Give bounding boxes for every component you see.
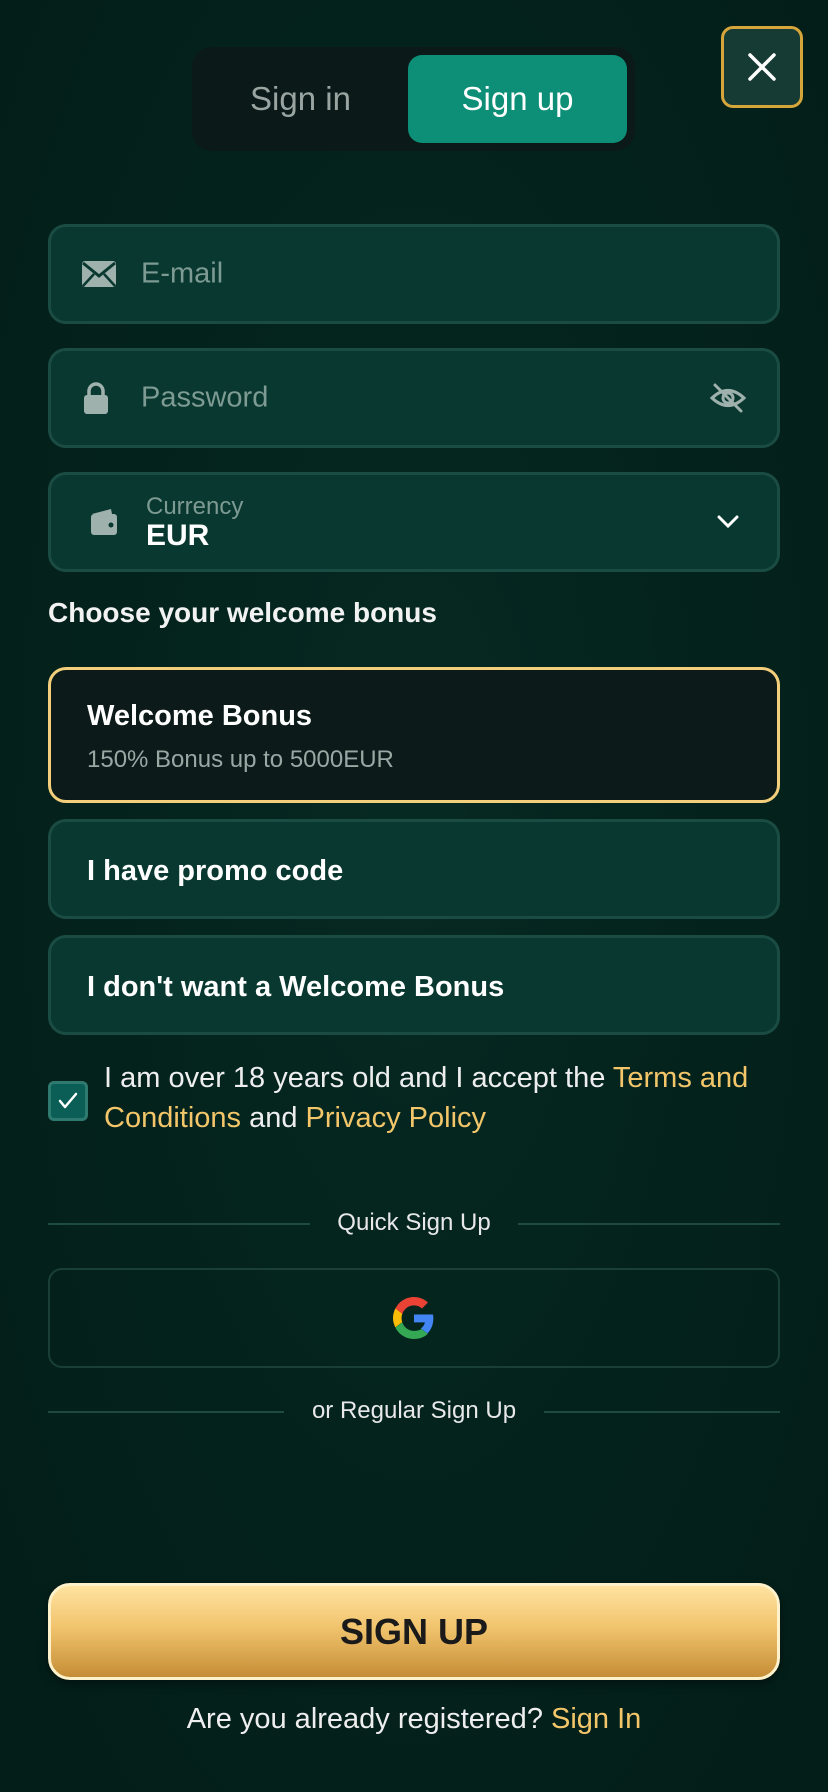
- bonus-section-title: Choose your welcome bonus: [48, 597, 437, 628]
- footer-question: Are you already registered?: [186, 1703, 551, 1735]
- divider-right-2: [544, 1411, 780, 1413]
- bonus-option-promo-code[interactable]: I have promo code: [48, 819, 780, 919]
- close-icon: [748, 53, 776, 81]
- chevron-down-icon: [717, 515, 739, 529]
- terms-prefix: I am over 18 years old and I accept the: [104, 1062, 613, 1094]
- bonus-option-no-bonus[interactable]: I don't want a Welcome Bonus: [48, 935, 780, 1035]
- eye-off-icon[interactable]: [709, 381, 747, 415]
- sign-in-link[interactable]: Sign In: [551, 1703, 641, 1735]
- currency-value: EUR: [146, 519, 210, 552]
- email-field[interactable]: E-mail: [48, 224, 780, 324]
- envelope-icon: [82, 261, 116, 287]
- bonus-option-welcome[interactable]: Welcome Bonus 150% Bonus up to 5000EUR: [48, 667, 780, 803]
- divider-left-2: [48, 1411, 284, 1413]
- auth-tabs: Sign in Sign up: [192, 47, 635, 151]
- password-placeholder: Password: [141, 381, 269, 414]
- sign-up-button[interactable]: SIGN UP: [48, 1583, 780, 1680]
- lock-icon: [84, 382, 108, 414]
- password-field[interactable]: Password: [48, 348, 780, 448]
- google-signup-button[interactable]: [48, 1268, 780, 1368]
- divider-left: [48, 1223, 310, 1225]
- divider-right: [518, 1223, 780, 1225]
- terms-checkbox[interactable]: [48, 1081, 88, 1121]
- google-icon: [393, 1297, 434, 1339]
- close-button[interactable]: [721, 26, 803, 108]
- bonus-title: Welcome Bonus: [87, 700, 313, 732]
- bonus-title: I don't want a Welcome Bonus: [87, 971, 505, 1003]
- bonus-subtitle: 150% Bonus up to 5000EUR: [87, 746, 394, 773]
- tab-sign-in[interactable]: Sign in: [200, 55, 401, 143]
- email-placeholder: E-mail: [141, 257, 224, 290]
- regular-signup-label: or Regular Sign Up: [311, 1397, 517, 1424]
- check-icon: [58, 1092, 78, 1109]
- quick-signup-label: Quick Sign Up: [337, 1209, 491, 1236]
- currency-select[interactable]: Currency EUR: [48, 472, 780, 572]
- terms-text: I am over 18 years old and I accept the …: [104, 1058, 784, 1138]
- privacy-link[interactable]: Privacy Policy: [306, 1102, 487, 1134]
- terms-middle: and: [241, 1102, 306, 1134]
- bonus-title: I have promo code: [87, 855, 344, 887]
- currency-label: Currency: [146, 493, 244, 520]
- footer-text: Are you already registered? Sign In: [0, 1703, 828, 1736]
- tab-sign-up[interactable]: Sign up: [408, 55, 627, 143]
- wallet-icon: [91, 509, 117, 535]
